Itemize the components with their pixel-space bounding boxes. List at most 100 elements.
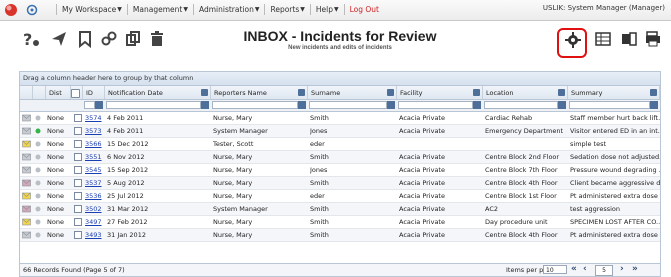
link-icon[interactable] [100,30,118,48]
filter-icon[interactable] [558,101,566,109]
filter-icon[interactable] [473,101,481,109]
menu-item[interactable]: Log Out [343,4,384,15]
column-header-icon-col[interactable] [20,86,33,99]
incident-id-link[interactable]: 3551 [85,151,105,163]
refresh-icon[interactable] [26,4,38,16]
copy-icon[interactable] [124,30,142,48]
column-header-notification-date-col[interactable]: Notification Date [105,86,211,99]
checkbox-icon[interactable] [74,114,82,122]
checkbox-icon[interactable] [74,127,82,135]
incident-id-link-text[interactable]: 3493 [85,231,102,239]
app-logo-icon[interactable] [4,3,18,17]
column-header-flag-col[interactable] [33,86,46,99]
column-menu-icon[interactable] [387,89,394,96]
checkbox-icon[interactable] [74,205,82,213]
bookmark-icon[interactable] [76,30,94,48]
incident-id-link[interactable]: 3574 [85,112,105,124]
column-menu-icon[interactable] [473,89,480,96]
incident-id-link-text[interactable]: 3545 [85,166,102,174]
incident-id-link-text[interactable]: 3566 [85,140,102,148]
row-checkbox[interactable] [74,177,83,189]
row-checkbox[interactable] [74,203,83,215]
table-row[interactable]: None 3536 25 Jul 2012 Nurse, Mary eder Acacia… [20,190,660,203]
row-checkbox[interactable] [74,125,83,137]
menu-item[interactable]: Administration ▼ [192,4,265,15]
first-page-button[interactable]: « [571,264,577,274]
row-checkbox[interactable] [74,229,83,241]
incident-id-link-text[interactable]: 3537 [85,179,102,187]
filter-input[interactable] [569,101,650,109]
incident-id-link[interactable]: 3573 [85,125,105,137]
checkbox-icon[interactable] [74,153,82,161]
filter-icon[interactable] [387,101,395,109]
filter-icon[interactable] [201,101,209,109]
items-per-page-select[interactable]: 10 [543,265,567,274]
column-menu-icon[interactable] [71,89,80,98]
menu-item[interactable]: Management ▼ [126,4,193,15]
menu-item[interactable]: My Workspace ▼ [56,4,127,15]
table-row[interactable]: None 3545 15 Sep 2012 Nurse, Mary Jones Acaci… [20,164,660,177]
filter-input[interactable] [309,101,387,109]
column-header-surname-col[interactable]: Surname [308,86,397,99]
table-row[interactable]: None 3551 6 Nov 2012 Nurse, Mary Smith Acacia… [20,151,660,164]
incident-id-link[interactable]: 3497 [85,216,105,228]
row-checkbox[interactable] [74,216,83,228]
column-menu-icon[interactable] [201,89,208,96]
table-row[interactable]: None 3566 15 Dec 2012 Tester, Scott eder simp… [20,138,660,151]
page-number-input[interactable]: 5 [595,265,613,276]
table-row[interactable]: None 3493 31 Jan 2012 Nurse, Mary Smith Acaci… [20,229,660,242]
filter-input[interactable] [212,101,298,109]
table-row[interactable]: None 3497 27 Feb 2012 Nurse, Mary Smith Acaci… [20,216,660,229]
table-row[interactable]: None 3573 4 Feb 2011 System Manager Jones Aca… [20,125,660,138]
incident-id-link-text[interactable]: 3502 [85,205,102,213]
column-header-facility-col[interactable]: Facility [397,86,483,99]
help-icon[interactable]: ? [22,30,40,48]
column-header-reporters-name-col[interactable]: Reporters Name [211,86,308,99]
checkbox-icon[interactable] [74,192,82,200]
checkbox-icon[interactable] [74,231,82,239]
column-header-summary-col[interactable]: Summary [568,86,660,99]
export-icon[interactable] [620,30,638,48]
column-header-id-col[interactable]: ID [83,86,105,99]
filter-icon[interactable] [298,101,306,109]
column-header-check-col[interactable] [71,86,83,99]
checkbox-icon[interactable] [74,166,82,174]
print-icon[interactable] [644,30,662,48]
next-page-button[interactable]: › [620,264,624,274]
incident-id-link[interactable]: 3545 [85,164,105,176]
menu-item[interactable]: Help ▼ [309,4,344,15]
incident-id-link[interactable]: 3502 [85,203,105,215]
columns-icon[interactable] [594,30,612,48]
column-header-dist-col[interactable]: Dist [46,86,71,99]
checkbox-icon[interactable] [74,140,82,148]
column-menu-icon[interactable] [298,89,305,96]
filter-input[interactable] [84,101,95,109]
row-checkbox[interactable] [74,190,83,202]
row-checkbox[interactable] [74,138,83,150]
row-checkbox[interactable] [74,112,83,124]
prev-page-button[interactable]: ‹ [583,264,587,274]
incident-id-link-text[interactable]: 3536 [85,192,102,200]
table-row[interactable]: None 3574 4 Feb 2011 Nurse, Mary Smith Acacia… [20,112,660,125]
row-checkbox[interactable] [74,164,83,176]
column-menu-icon[interactable] [558,89,565,96]
incident-id-link-text[interactable]: 3574 [85,114,102,122]
delete-icon[interactable] [148,30,166,48]
filter-input[interactable] [484,101,558,109]
last-page-button[interactable]: » [632,264,638,274]
row-checkbox[interactable] [74,151,83,163]
incident-id-link-text[interactable]: 3551 [85,153,102,161]
incident-id-link-text[interactable]: 3497 [85,218,102,226]
checkbox-icon[interactable] [74,179,82,187]
incident-id-link[interactable]: 3566 [85,138,105,150]
incident-id-link[interactable]: 3493 [85,229,105,241]
filter-icon[interactable] [95,101,103,109]
filter-icon[interactable] [650,101,658,109]
incident-id-link[interactable]: 3537 [85,177,105,189]
menu-item[interactable]: Reports ▼ [264,4,309,15]
send-icon[interactable] [50,30,68,48]
column-menu-icon[interactable] [650,89,657,96]
incident-id-link-text[interactable]: 3573 [85,127,102,135]
group-by-bar[interactable]: Drag a column header here to group by th… [20,72,660,86]
column-header-location-col[interactable]: Location [483,86,568,99]
